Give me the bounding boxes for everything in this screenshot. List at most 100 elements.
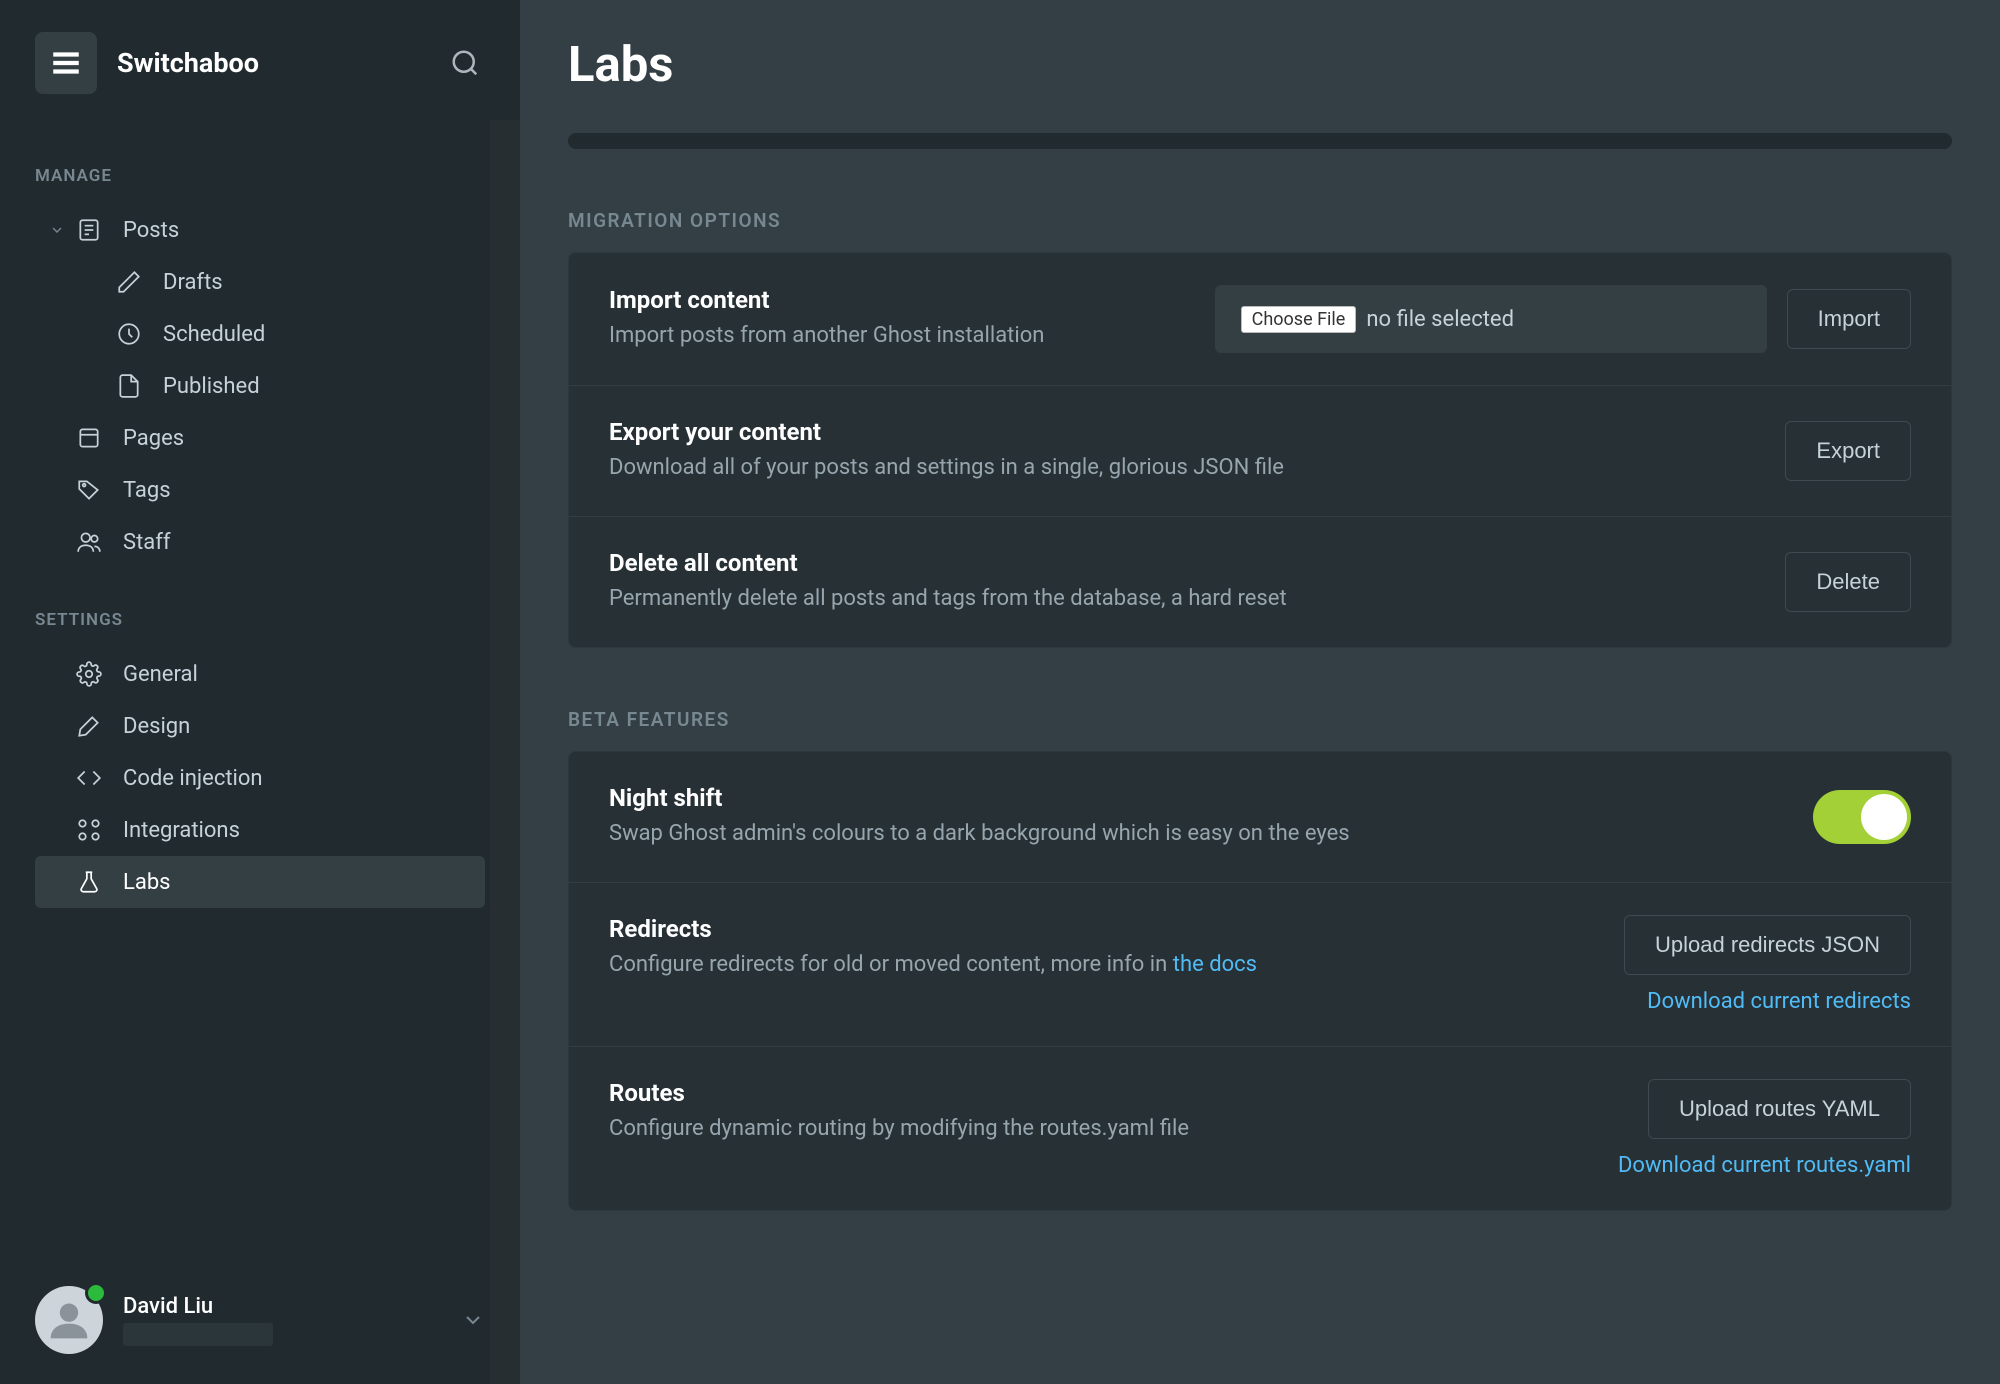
- tag-icon: [75, 476, 103, 504]
- import-row: Import content Import posts from another…: [569, 253, 1951, 386]
- nav-manage: MANAGE Posts Drafts Scheduled: [0, 124, 520, 908]
- redirects-row: Redirects Configure redirects for old or…: [569, 883, 1951, 1047]
- pages-icon: [75, 424, 103, 452]
- export-row: Export your content Download all of your…: [569, 386, 1951, 517]
- delete-desc: Permanently delete all posts and tags fr…: [609, 583, 1785, 615]
- download-redirects-link[interactable]: Download current redirects: [1647, 989, 1911, 1014]
- redirects-actions: Upload redirects JSON Download current r…: [1624, 915, 1911, 1014]
- sidebar-item-general[interactable]: General: [35, 648, 485, 700]
- sidebar-item-labs[interactable]: Labs: [35, 856, 485, 908]
- delete-title: Delete all content: [609, 549, 1785, 577]
- night-desc: Swap Ghost admin's colours to a dark bac…: [609, 818, 1813, 850]
- redirects-desc: Configure redirects for old or moved con…: [609, 949, 1624, 981]
- sidebar-scrollbar[interactable]: [490, 120, 520, 1384]
- pencil-icon: [115, 268, 143, 296]
- gear-icon: [75, 660, 103, 688]
- design-label: Design: [123, 714, 190, 739]
- routes-row: Routes Configure dynamic routing by modi…: [569, 1047, 1951, 1210]
- main-content: Labs MIGRATION OPTIONS Import content Im…: [520, 0, 2000, 1384]
- sidebar-item-code-injection[interactable]: Code injection: [35, 752, 485, 804]
- export-button[interactable]: Export: [1785, 421, 1911, 481]
- posts-icon: [75, 216, 103, 244]
- brush-icon: [75, 712, 103, 740]
- site-logo[interactable]: [35, 32, 97, 94]
- code-injection-label: Code injection: [123, 766, 263, 791]
- upload-redirects-button[interactable]: Upload redirects JSON: [1624, 915, 1911, 975]
- import-text: Import content Import posts from another…: [609, 286, 1215, 352]
- flask-icon: [75, 868, 103, 896]
- night-text: Night shift Swap Ghost admin's colours t…: [609, 784, 1813, 850]
- scheduled-label: Scheduled: [163, 322, 265, 347]
- export-desc: Download all of your posts and settings …: [609, 452, 1785, 484]
- pages-label: Pages: [123, 426, 184, 451]
- sidebar-item-design[interactable]: Design: [35, 700, 485, 752]
- code-icon: [75, 764, 103, 792]
- redirects-title: Redirects: [609, 915, 1624, 943]
- sidebar-item-pages[interactable]: Pages: [35, 412, 485, 464]
- published-label: Published: [163, 374, 260, 399]
- user-info: David Liu: [123, 1294, 461, 1346]
- sidebar-item-drafts[interactable]: Drafts: [35, 256, 485, 308]
- integrations-icon: [75, 816, 103, 844]
- night-title: Night shift: [609, 784, 1813, 812]
- avatar: [35, 1286, 103, 1354]
- routes-desc: Configure dynamic routing by modifying t…: [609, 1113, 1618, 1145]
- search-button[interactable]: [445, 43, 485, 83]
- choose-file-button[interactable]: Choose File: [1241, 306, 1357, 333]
- sidebar-header: Switchaboo: [0, 0, 520, 124]
- page-title: Labs: [568, 36, 1952, 93]
- sidebar: Switchaboo MANAGE Posts Drafts: [0, 0, 520, 1384]
- redirects-desc-prefix: Configure redirects for old or moved con…: [609, 952, 1173, 977]
- document-icon: [115, 372, 143, 400]
- sidebar-item-scheduled[interactable]: Scheduled: [35, 308, 485, 360]
- staff-label: Staff: [123, 530, 171, 555]
- delete-button[interactable]: Delete: [1785, 552, 1911, 612]
- labs-label: Labs: [123, 870, 171, 895]
- sidebar-item-staff[interactable]: Staff: [35, 516, 485, 568]
- import-actions: Choose File no file selected Import: [1215, 285, 1911, 353]
- beta-card: Night shift Swap Ghost admin's colours t…: [568, 751, 1952, 1211]
- delete-text: Delete all content Permanently delete al…: [609, 549, 1785, 615]
- sidebar-item-published[interactable]: Published: [35, 360, 485, 412]
- user-name: David Liu: [123, 1294, 461, 1319]
- night-shift-toggle[interactable]: [1813, 790, 1911, 844]
- routes-text: Routes Configure dynamic routing by modi…: [609, 1079, 1618, 1145]
- tags-label: Tags: [123, 478, 171, 503]
- user-menu[interactable]: David Liu: [0, 1256, 520, 1384]
- general-label: General: [123, 662, 198, 687]
- beta-heading: BETA FEATURES: [568, 708, 1952, 731]
- search-icon: [450, 48, 480, 78]
- site-title: Switchaboo: [117, 47, 445, 79]
- night-shift-row: Night shift Swap Ghost admin's colours t…: [569, 752, 1951, 883]
- import-title: Import content: [609, 286, 1215, 314]
- chevron-down-icon: [49, 222, 67, 238]
- user-email-redacted: [123, 1323, 273, 1346]
- import-desc: Import posts from another Ghost installa…: [609, 320, 1215, 352]
- upload-routes-button[interactable]: Upload routes YAML: [1648, 1079, 1911, 1139]
- integrations-label: Integrations: [123, 818, 240, 843]
- divider: [568, 133, 1952, 149]
- users-icon: [75, 528, 103, 556]
- docs-link[interactable]: the docs: [1173, 952, 1257, 977]
- toggle-knob: [1861, 794, 1907, 840]
- import-button[interactable]: Import: [1787, 289, 1911, 349]
- menu-icon: [49, 46, 83, 80]
- migration-card: Import content Import posts from another…: [568, 252, 1952, 648]
- migration-heading: MIGRATION OPTIONS: [568, 209, 1952, 232]
- redirects-text: Redirects Configure redirects for old or…: [609, 915, 1624, 981]
- sidebar-item-integrations[interactable]: Integrations: [35, 804, 485, 856]
- file-status: no file selected: [1366, 307, 1514, 332]
- chevron-down-icon: [461, 1308, 485, 1332]
- settings-heading: SETTINGS: [35, 610, 485, 630]
- drafts-label: Drafts: [163, 270, 223, 295]
- clock-icon: [115, 320, 143, 348]
- sidebar-item-posts[interactable]: Posts: [35, 204, 485, 256]
- status-dot: [85, 1282, 107, 1304]
- delete-row: Delete all content Permanently delete al…: [569, 517, 1951, 647]
- file-input[interactable]: Choose File no file selected: [1215, 285, 1767, 353]
- export-title: Export your content: [609, 418, 1785, 446]
- sidebar-item-tags[interactable]: Tags: [35, 464, 485, 516]
- routes-title: Routes: [609, 1079, 1618, 1107]
- posts-label: Posts: [123, 218, 179, 243]
- download-routes-link[interactable]: Download current routes.yaml: [1618, 1153, 1911, 1178]
